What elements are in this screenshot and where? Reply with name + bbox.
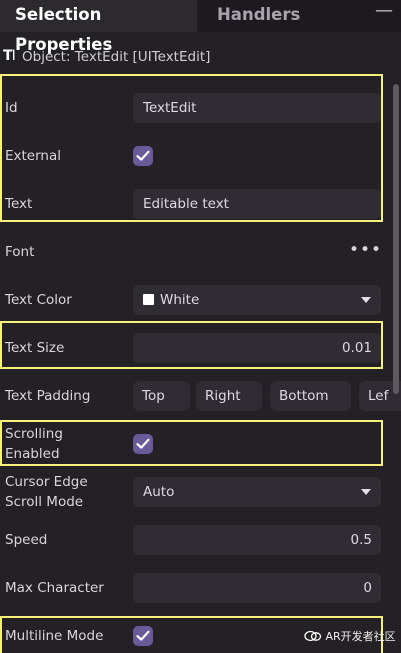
padding-bottom-field[interactable]: Bottom	[270, 381, 351, 411]
text-color-value: White	[160, 292, 200, 308]
text-padding-label: Text Padding	[5, 388, 91, 404]
text-color-label: Text Color	[5, 292, 72, 308]
checkmark-icon	[136, 630, 150, 641]
watermark-text: AR开发者社区	[325, 630, 396, 643]
tab-selection-properties[interactable]: Selection Properties	[0, 0, 197, 54]
scrolling-enabled-label-line2: Enabled	[5, 446, 60, 462]
font-label: Font	[5, 244, 35, 260]
scrolling-enabled-label-line1: Scrolling	[5, 426, 63, 442]
text-field[interactable]: Editable text	[133, 189, 381, 219]
external-checkbox[interactable]	[133, 146, 153, 166]
max-character-label: Max Character	[5, 580, 104, 596]
tab-bar: Selection Properties Handlers —	[0, 0, 401, 54]
chat-icon	[304, 630, 322, 642]
checkmark-icon	[136, 438, 150, 449]
padding-right-field[interactable]: Right	[196, 381, 262, 411]
minimize-icon[interactable]: —	[353, 0, 393, 32]
text-label: Text	[5, 196, 33, 212]
id-label: Id	[5, 100, 18, 116]
speed-field[interactable]: 0.5	[133, 525, 381, 555]
object-title: Object: TextEdit [UITextEdit]	[22, 49, 211, 65]
color-swatch	[143, 294, 154, 305]
cursor-edge-label: Cursor Edge Scroll Mode	[5, 472, 88, 512]
scrolling-enabled-label: Scrolling Enabled	[5, 424, 63, 464]
multiline-label: Multiline Mode	[5, 628, 104, 644]
external-label: External	[5, 148, 62, 164]
cursor-edge-value: Auto	[143, 484, 175, 500]
cursor-edge-dropdown[interactable]: Auto	[133, 477, 381, 507]
speed-label: Speed	[5, 532, 48, 548]
padding-top-field[interactable]: Top	[133, 381, 190, 411]
scrolling-enabled-checkbox[interactable]	[133, 434, 153, 454]
checkmark-icon	[136, 150, 150, 161]
text-size-label: Text Size	[5, 340, 65, 356]
text-size-field[interactable]: 0.01	[133, 333, 381, 363]
tab-handlers[interactable]: Handlers	[197, 0, 337, 32]
watermark: AR开发者社区	[304, 628, 396, 644]
max-character-field[interactable]: 0	[133, 573, 381, 603]
cursor-edge-label-line1: Cursor Edge	[5, 474, 88, 490]
id-field[interactable]: TextEdit	[133, 93, 381, 123]
vertical-scrollbar[interactable]	[393, 84, 399, 394]
chevron-down-icon	[361, 297, 371, 303]
multiline-checkbox[interactable]	[133, 626, 153, 646]
cursor-edge-label-line2: Scroll Mode	[5, 494, 84, 510]
text-color-dropdown[interactable]: White	[133, 285, 381, 315]
more-options-icon[interactable]: •••	[349, 240, 382, 260]
text-cursor-icon: TI	[3, 48, 16, 64]
chevron-down-icon	[361, 489, 371, 495]
